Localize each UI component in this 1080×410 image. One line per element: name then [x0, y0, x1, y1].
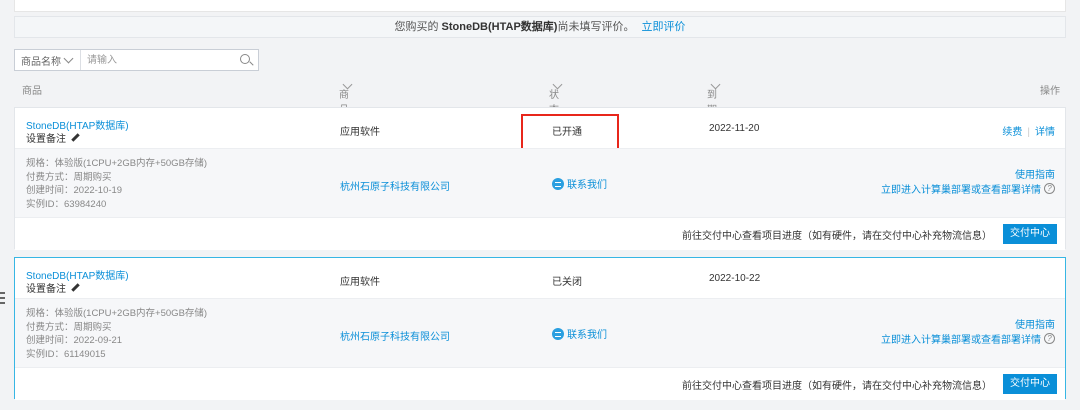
- remark-label: 设置备注: [26, 284, 66, 295]
- set-remark[interactable]: 设置备注: [26, 130, 80, 145]
- contact-us-link[interactable]: 联系我们: [552, 176, 607, 191]
- instance-id: 实例ID：63984240: [26, 198, 107, 210]
- header-type-filter[interactable]: 商品类型(全部): [339, 79, 353, 176]
- contact-label: 联系我们: [567, 330, 607, 341]
- review-now-link[interactable]: 立即评价: [642, 21, 686, 33]
- user-guide-link[interactable]: 使用指南: [1015, 316, 1055, 331]
- pencil-icon[interactable]: [70, 133, 80, 143]
- deploy-label: 立即进入计算巢部署或查看部署详情: [881, 335, 1041, 346]
- contact-us-link[interactable]: 联系我们: [552, 326, 607, 341]
- expiry-date: 2022-11-20: [709, 123, 760, 134]
- instance-id: 实例ID：61149015: [26, 348, 106, 360]
- notice-suffix: 尚未填写评价。: [557, 21, 635, 33]
- order-specs: 规格：体验版(1CPU+2GB内存+50GB存储) 付费方式：周期购买 创建时间…: [26, 307, 207, 361]
- header-expiry-filter[interactable]: 到期时间(全部): [707, 79, 721, 176]
- orders-page: 您购买的 StoneDB(HTAP数据库)尚未填写评价。 立即评价 商品名称 商…: [0, 0, 1080, 410]
- chat-bubble-icon: [552, 327, 564, 340]
- remark-label: 设置备注: [26, 134, 66, 145]
- set-remark[interactable]: 设置备注: [26, 280, 80, 295]
- help-icon[interactable]: ?: [1044, 183, 1055, 194]
- vendor-link[interactable]: 杭州石原子科技有限公司: [340, 328, 450, 343]
- top-strip: [14, 0, 1066, 12]
- pencil-icon[interactable]: [70, 283, 80, 293]
- order-specs: 规格：体验版(1CPU+2GB内存+50GB存储) 付费方式：周期购买 创建时间…: [26, 157, 207, 211]
- expiry-date: 2022-10-22: [709, 273, 761, 284]
- chevron-down-icon: [63, 53, 74, 64]
- order-card: StoneDB(HTAP数据库) 设置备注 应用软件 已开通 2022-11-2…: [14, 107, 1066, 250]
- table-header: 商品 商品类型(全部) 状态(全部状态) 到期时间(全部) 操作: [14, 78, 1066, 176]
- search-bar: 商品名称: [14, 49, 259, 71]
- order-detail-row: 规格：体验版(1CPU+2GB内存+50GB存储) 付费方式：周期购买 创建时间…: [15, 148, 1065, 218]
- header-status-filter[interactable]: 状态(全部状态): [549, 79, 563, 176]
- delivery-hint: 前往交付中心查看项目进度（如有硬件，请在交付中心补充物流信息）: [682, 381, 992, 392]
- delivery-center-button[interactable]: 交付中心: [1003, 374, 1057, 394]
- deploy-label: 立即进入计算巢部署或查看部署详情: [881, 185, 1041, 196]
- spec-text: 规格：体验版(1CPU+2GB内存+50GB存储): [26, 308, 208, 319]
- contact-label: 联系我们: [567, 180, 607, 191]
- help-icon[interactable]: ?: [1044, 333, 1055, 344]
- order-summary-row: StoneDB(HTAP数据库) 设置备注 应用软件 已关闭 2022-10-2…: [15, 258, 1065, 298]
- delivery-hint: 前往交付中心查看项目进度（如有硬件，请在交付中心补充物流信息）: [682, 231, 992, 242]
- spec-text: 规格：体验版(1CPU+2GB内存+50GB存储): [26, 158, 208, 169]
- search-icon[interactable]: [234, 50, 258, 70]
- delivery-center-button[interactable]: 交付中心: [1003, 224, 1057, 244]
- product-type: 应用软件: [340, 277, 380, 288]
- payment-method: 付费方式：周期购买: [26, 171, 112, 183]
- header-actions: 操作: [1040, 86, 1060, 97]
- search-field-label: 商品名称: [21, 56, 61, 68]
- chat-bubble-icon: [552, 177, 564, 190]
- search-input[interactable]: [81, 50, 234, 70]
- search-field-select[interactable]: 商品名称: [15, 50, 81, 70]
- user-guide-link[interactable]: 使用指南: [1015, 166, 1055, 181]
- collapse-handle-icon[interactable]: [0, 292, 6, 304]
- created-time: 创建时间：2022-10-19: [26, 185, 123, 196]
- review-notice: 您购买的 StoneDB(HTAP数据库)尚未填写评价。 立即评价: [14, 16, 1066, 38]
- renew-link[interactable]: 续费: [1002, 127, 1022, 138]
- notice-product: StoneDB(HTAP数据库): [441, 21, 558, 33]
- created-time: 创建时间：2022-09-21: [26, 335, 123, 346]
- delivery-row: 前往交付中心查看项目进度（如有硬件，请在交付中心补充物流信息） 交付中心: [15, 368, 1065, 400]
- product-type: 应用软件: [340, 127, 380, 138]
- payment-method: 付费方式：周期购买: [26, 321, 112, 333]
- delivery-row: 前往交付中心查看项目进度（如有硬件，请在交付中心补充物流信息） 交付中心: [15, 218, 1065, 250]
- action-links: 续费 | 详情: [1002, 127, 1055, 138]
- notice-prefix: 您购买的: [394, 21, 442, 33]
- deploy-link[interactable]: 立即进入计算巢部署或查看部署详情?: [881, 181, 1055, 196]
- header-product: 商品: [22, 86, 42, 97]
- detail-link[interactable]: 详情: [1035, 127, 1055, 138]
- vendor-link[interactable]: 杭州石原子科技有限公司: [340, 178, 450, 193]
- deploy-link[interactable]: 立即进入计算巢部署或查看部署详情?: [881, 331, 1055, 346]
- status-highlight-box: [521, 114, 619, 151]
- order-status: 已关闭: [552, 277, 582, 288]
- order-card: StoneDB(HTAP数据库) 设置备注 应用软件 已关闭 2022-10-2…: [14, 257, 1066, 400]
- order-detail-row: 规格：体验版(1CPU+2GB内存+50GB存储) 付费方式：周期购买 创建时间…: [15, 298, 1065, 368]
